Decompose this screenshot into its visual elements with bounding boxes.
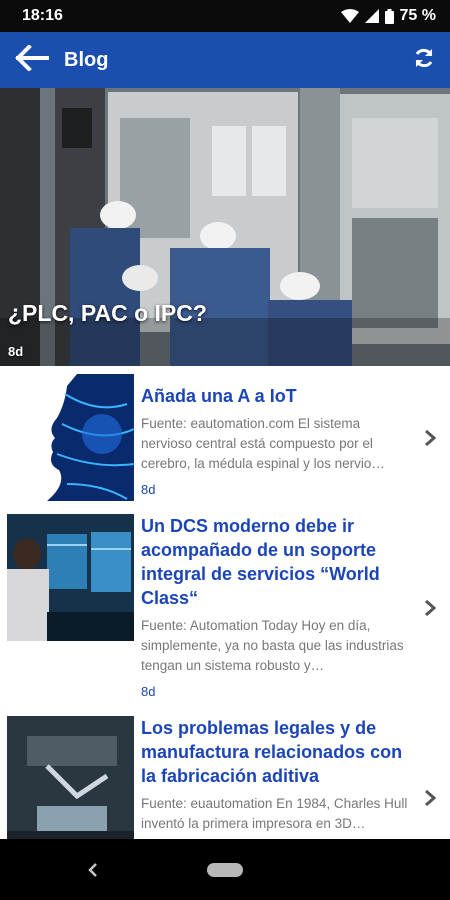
article-excerpt: Fuente: eautomation.com El sistema nervi… — [141, 416, 385, 471]
wifi-icon — [340, 9, 359, 23]
article-content: Un DCS moderno debe ir acompañado de un … — [141, 514, 413, 699]
battery-icon — [384, 8, 394, 24]
article-age: 8d — [141, 684, 156, 699]
app-bar: Blog — [0, 32, 450, 88]
signal-icon — [364, 9, 379, 23]
system-nav-bar — [0, 839, 450, 900]
featured-title: ¿PLC, PAC o IPC? — [8, 300, 207, 326]
article-title: Un DCS moderno debe ir acompañado de un … — [141, 516, 380, 608]
page-title: Blog — [64, 48, 109, 71]
featured-article[interactable]: ¿PLC, PAC o IPC? 8d — [0, 88, 450, 366]
chevron-right-icon — [423, 788, 439, 808]
article-title: Añada una A a IoT — [141, 386, 297, 406]
article-age: 8d — [141, 482, 156, 497]
nav-home-button[interactable] — [207, 863, 243, 877]
nav-back-icon[interactable] — [86, 861, 100, 884]
article-thumbnail — [7, 716, 134, 839]
article-content: Añada una A a IoT Fuente: eautomation.co… — [141, 384, 413, 497]
status-time: 18:16 — [22, 7, 63, 24]
list-item[interactable]: Añada una A a IoT Fuente: eautomation.co… — [0, 366, 450, 504]
arrow-left-icon — [15, 43, 49, 76]
status-bar: 18:16 75 % — [0, 0, 450, 32]
refresh-button[interactable] — [398, 32, 450, 88]
back-button[interactable] — [0, 32, 64, 88]
refresh-icon — [413, 47, 435, 74]
featured-age: 8d — [8, 344, 24, 359]
article-thumbnail — [7, 374, 134, 501]
chevron-right-icon — [423, 598, 439, 618]
article-content: Los problemas legales y de manufactura r… — [141, 716, 413, 839]
list-item[interactable]: Los problemas legales y de manufactura r… — [0, 708, 450, 839]
chevron-right-icon — [423, 428, 439, 448]
list-item[interactable]: Un DCS moderno debe ir acompañado de un … — [0, 506, 450, 706]
article-title: Los problemas legales y de manufactura r… — [141, 718, 403, 786]
article-excerpt: Fuente: Automation Today Hoy en día, sim… — [141, 618, 404, 673]
status-icons: 75 % — [340, 7, 436, 25]
article-thumbnail — [7, 514, 134, 641]
article-excerpt: Fuente: euautomation En 1984, Charles Hu… — [141, 796, 408, 831]
battery-percent: 75 % — [399, 7, 436, 24]
